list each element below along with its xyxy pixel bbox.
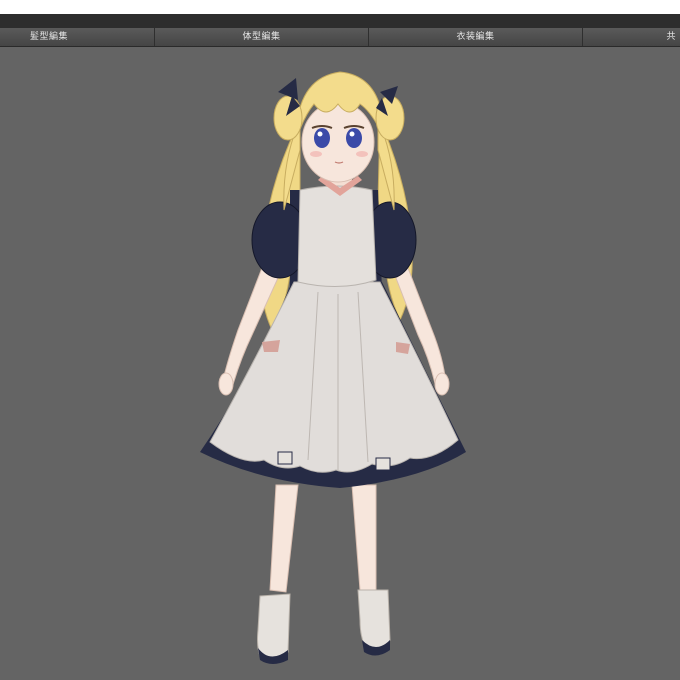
right-leg [351, 484, 377, 591]
right-pocket [396, 342, 410, 354]
right-blush [356, 151, 368, 157]
apron-bib [297, 185, 377, 288]
left-pocket [262, 340, 280, 352]
hem-emblem-right [375, 457, 391, 471]
left-leg [269, 484, 299, 593]
right-eye [346, 128, 362, 148]
face [301, 101, 375, 183]
left-eye [314, 128, 330, 148]
left-eye-highlight [317, 131, 323, 137]
left-boot [257, 593, 291, 661]
pigtail-left [273, 95, 303, 141]
left-hand [218, 372, 234, 396]
hem-emblem-left [277, 451, 293, 465]
3d-viewport[interactable] [0, 47, 680, 680]
right-eye-highlight [349, 131, 355, 137]
left-blush [310, 151, 322, 157]
right-hand [434, 372, 450, 396]
character-model [200, 71, 466, 664]
